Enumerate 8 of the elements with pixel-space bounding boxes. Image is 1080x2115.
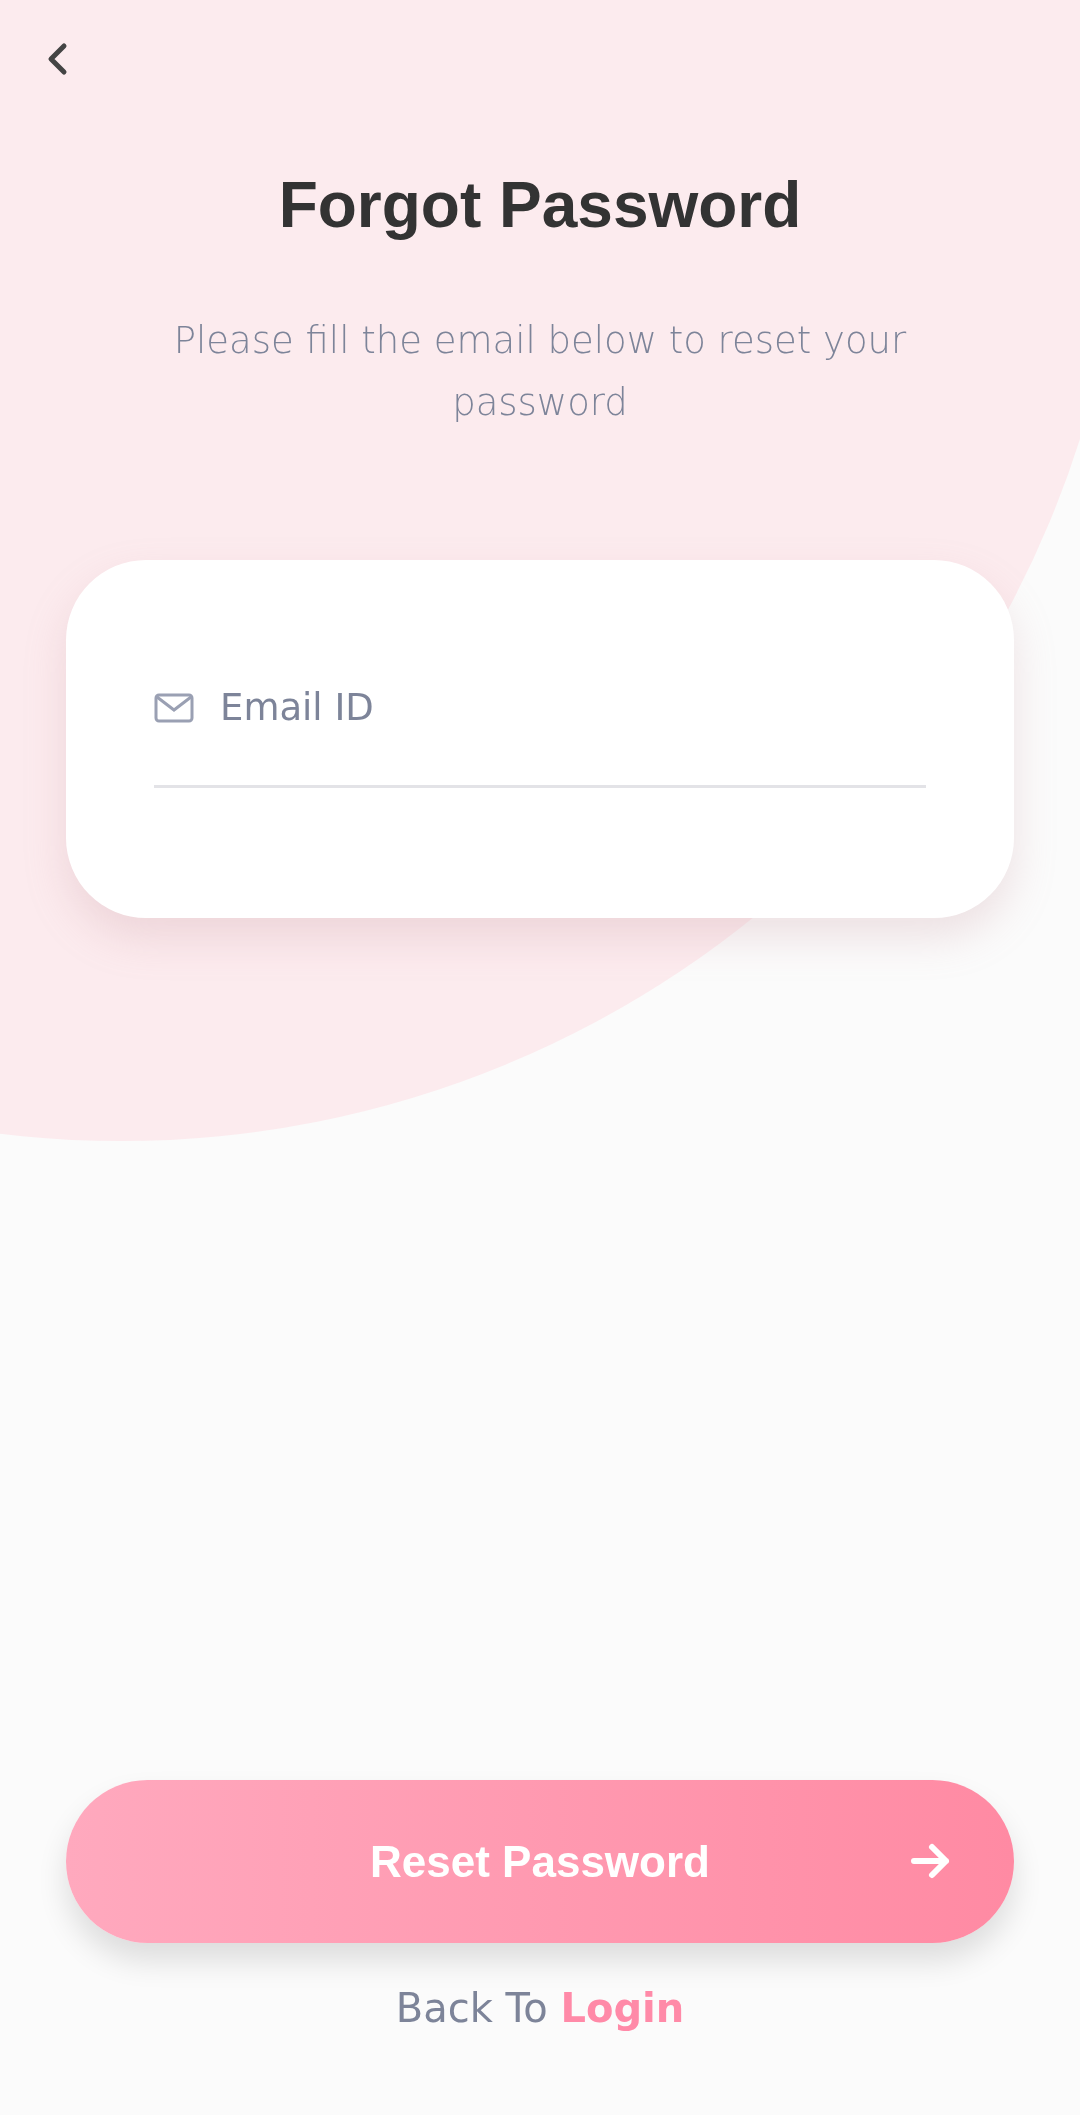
mail-icon <box>154 691 194 724</box>
back-to-login-text: Back To Login <box>395 1985 685 2031</box>
page-title: Forgot Password <box>278 168 802 242</box>
arrow-right-icon <box>910 1841 952 1881</box>
reset-password-button[interactable]: Reset Password <box>66 1780 1014 1943</box>
email-field[interactable]: Email ID <box>220 686 926 729</box>
login-link[interactable]: Login <box>560 1985 685 2031</box>
subtitle: Please fill the email below to reset your password <box>172 318 908 426</box>
